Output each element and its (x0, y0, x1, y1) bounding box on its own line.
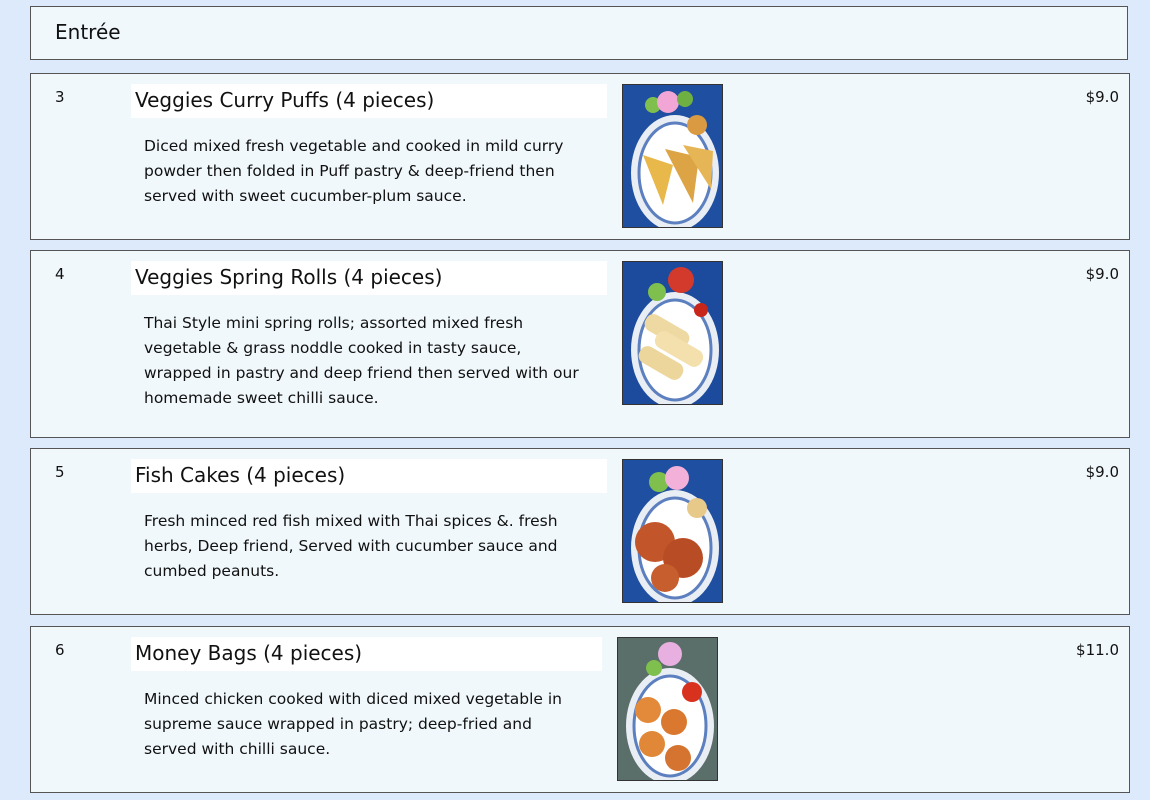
item-price: $9.0 (1085, 88, 1119, 106)
item-description: Minced chicken cooked with diced mixed v… (144, 690, 563, 758)
curry-puffs-photo[interactable] (622, 84, 723, 228)
section-title: Entrée (55, 20, 121, 44)
item-description: Thai Style mini spring rolls; assorted m… (144, 314, 579, 407)
item-title-box: Veggies Spring Rolls (4 pieces) (131, 261, 607, 295)
menu-item[interactable]: 6 Money Bags (4 pieces) Minced chicken c… (30, 626, 1130, 793)
item-title-box: Money Bags (4 pieces) (131, 637, 602, 671)
item-number: 3 (55, 88, 65, 106)
item-price: $9.0 (1085, 265, 1119, 283)
menu-item[interactable]: 3 Veggies Curry Puffs (4 pieces) Diced m… (30, 73, 1130, 240)
item-title-box: Veggies Curry Puffs (4 pieces) (131, 84, 607, 118)
item-title: Veggies Spring Rolls (4 pieces) (135, 265, 443, 289)
item-title-box: Fish Cakes (4 pieces) (131, 459, 607, 493)
item-number: 6 (55, 641, 65, 659)
menu-item[interactable]: 5 Fish Cakes (4 pieces) Fresh minced red… (30, 448, 1130, 615)
spring-rolls-photo[interactable] (622, 261, 723, 405)
item-description: Diced mixed fresh vegetable and cooked i… (144, 137, 564, 205)
item-number: 5 (55, 463, 65, 481)
item-description: Fresh minced red fish mixed with Thai sp… (144, 512, 558, 580)
item-title: Money Bags (4 pieces) (135, 641, 363, 665)
fish-cakes-photo[interactable] (622, 459, 723, 603)
money-bags-photo[interactable] (617, 637, 718, 781)
item-price: $9.0 (1085, 463, 1119, 481)
item-title: Fish Cakes (4 pieces) (135, 463, 346, 487)
item-title: Veggies Curry Puffs (4 pieces) (135, 88, 435, 112)
section-header: Entrée (30, 6, 1128, 60)
item-price: $11.0 (1076, 641, 1119, 659)
menu-item[interactable]: 4 Veggies Spring Rolls (4 pieces) Thai S… (30, 250, 1130, 438)
item-number: 4 (55, 265, 65, 283)
